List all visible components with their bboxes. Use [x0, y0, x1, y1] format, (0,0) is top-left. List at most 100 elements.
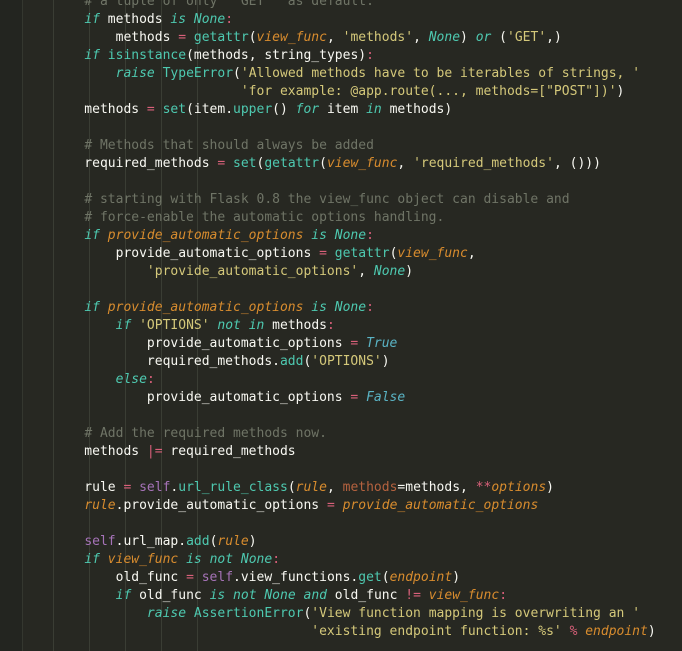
- token-par: view_func: [397, 246, 468, 261]
- code-line[interactable]: [0, 461, 656, 479]
- token-pl: item: [319, 102, 367, 117]
- code-line[interactable]: if methods is None:: [0, 11, 656, 29]
- token-kw: is: [311, 300, 327, 315]
- token-pl: old_func: [326, 588, 406, 603]
- token-str: 'OPTIONS': [311, 354, 382, 369]
- code-line[interactable]: else:: [0, 371, 656, 389]
- token-cm: # Methods that should always be added: [84, 138, 374, 153]
- token-par: rule: [217, 534, 249, 549]
- token-fn: getattr: [334, 246, 390, 261]
- token-str: 'View function mapping is overwriting an…: [311, 606, 641, 621]
- token-par: options: [491, 480, 547, 495]
- token-op: =: [178, 30, 187, 45]
- code-line[interactable]: required_methods.add('OPTIONS'): [0, 353, 656, 371]
- token-par: view_func: [107, 552, 179, 567]
- token-kw: if: [84, 552, 100, 567]
- token-pun: ): [647, 624, 656, 639]
- token-op: :: [326, 318, 335, 333]
- code-line[interactable]: provide_automatic_options = False: [0, 389, 656, 407]
- code-line[interactable]: # starting with Flask 0.8 the view_func …: [0, 191, 656, 209]
- token-op: :: [225, 12, 234, 27]
- token-pl: (methods, string_types): [186, 48, 367, 63]
- token-pl: methods: [264, 318, 327, 333]
- code-line[interactable]: 'existing endpoint function: %s' % endpo…: [0, 623, 656, 641]
- code-line[interactable]: if provide_automatic_options is None:: [0, 227, 656, 245]
- token-pun: ): [381, 354, 390, 369]
- token-pl: old_func: [131, 588, 210, 603]
- token-slf: self: [139, 480, 171, 495]
- token-op: :: [146, 372, 155, 387]
- code-line[interactable]: 'provide_automatic_options', None): [0, 263, 656, 281]
- code-line[interactable]: # force-enable the automatic options han…: [0, 209, 656, 227]
- token-kw: if: [115, 588, 132, 603]
- code-line[interactable]: # Add the required methods now.: [0, 425, 656, 443]
- code-line[interactable]: [0, 281, 656, 299]
- token-fn: get: [358, 570, 382, 585]
- token-op: =: [326, 498, 335, 513]
- code-line[interactable]: raise AssertionError('View function mapp…: [0, 605, 656, 623]
- code-line[interactable]: [0, 119, 656, 137]
- token-kw: not: [233, 588, 257, 603]
- code-line[interactable]: # Methods that should always be added: [0, 137, 656, 155]
- code-line[interactable]: 'for example: @app.route(..., methods=["…: [0, 83, 656, 101]
- code-line[interactable]: methods = getattr(view_func, 'methods', …: [0, 29, 656, 47]
- editor-gutter: [0, 0, 22, 651]
- code-line[interactable]: # a tuple of only ``GET`` as default.: [0, 0, 656, 11]
- token-fn: set: [162, 102, 187, 117]
- token-kw: is: [311, 228, 327, 243]
- code-editor[interactable]: # a tuple of only ``GET`` as default. if…: [0, 0, 682, 651]
- token-kw: and: [303, 588, 327, 603]
- token-kw: is: [170, 12, 187, 27]
- token-pl: required_methods.: [53, 354, 280, 369]
- token-pun: ): [248, 534, 257, 549]
- code-line[interactable]: [0, 515, 656, 533]
- token-pun: ): [546, 480, 554, 495]
- code-line[interactable]: if view_func is not None:: [0, 551, 656, 569]
- token-pl: rule: [53, 480, 124, 495]
- code-line[interactable]: if provide_automatic_options is None:: [0, 299, 656, 317]
- code-line[interactable]: rule.provide_automatic_options = provide…: [0, 497, 656, 515]
- code-line[interactable]: methods = set(item.upper() for item in m…: [0, 101, 656, 119]
- code-line[interactable]: [0, 407, 656, 425]
- token-fn: getattr: [193, 30, 249, 45]
- code-line[interactable]: raise TypeError('Allowed methods have to…: [0, 65, 656, 83]
- token-cm: # Add the required methods now.: [84, 426, 327, 441]
- token-pun: (: [233, 66, 241, 81]
- token-par: view_func: [428, 588, 500, 603]
- code-line[interactable]: rule = self.url_rule_class(rule, methods…: [0, 479, 656, 497]
- code-line[interactable]: self.url_map.add(rule): [0, 533, 656, 551]
- token-none: None: [428, 30, 461, 45]
- code-line[interactable]: [0, 173, 656, 191]
- code-line[interactable]: methods |= required_methods: [0, 443, 656, 461]
- token-pun: ,): [546, 30, 562, 45]
- token-op: :: [366, 228, 374, 243]
- token-kw: if: [84, 12, 100, 27]
- code-line[interactable]: if isinstance(methods, string_types):: [0, 47, 656, 65]
- token-kw: in: [366, 102, 382, 117]
- token-kw: if: [84, 48, 100, 63]
- code-content[interactable]: # a tuple of only ``GET`` as default. if…: [0, 0, 656, 641]
- token-pun: ,: [326, 480, 343, 495]
- code-line[interactable]: provide_automatic_options = True: [0, 335, 656, 353]
- code-line[interactable]: required_methods = set(getattr(view_func…: [0, 155, 656, 173]
- code-line[interactable]: if 'OPTIONS' not in methods:: [0, 317, 656, 335]
- token-fn: add: [186, 534, 210, 549]
- token-op: =: [146, 102, 155, 117]
- code-line[interactable]: provide_automatic_options = getattr(view…: [0, 245, 656, 263]
- code-line[interactable]: old_func = self.view_functions.get(endpo…: [0, 569, 656, 587]
- code-line[interactable]: if old_func is not None and old_func != …: [0, 587, 656, 605]
